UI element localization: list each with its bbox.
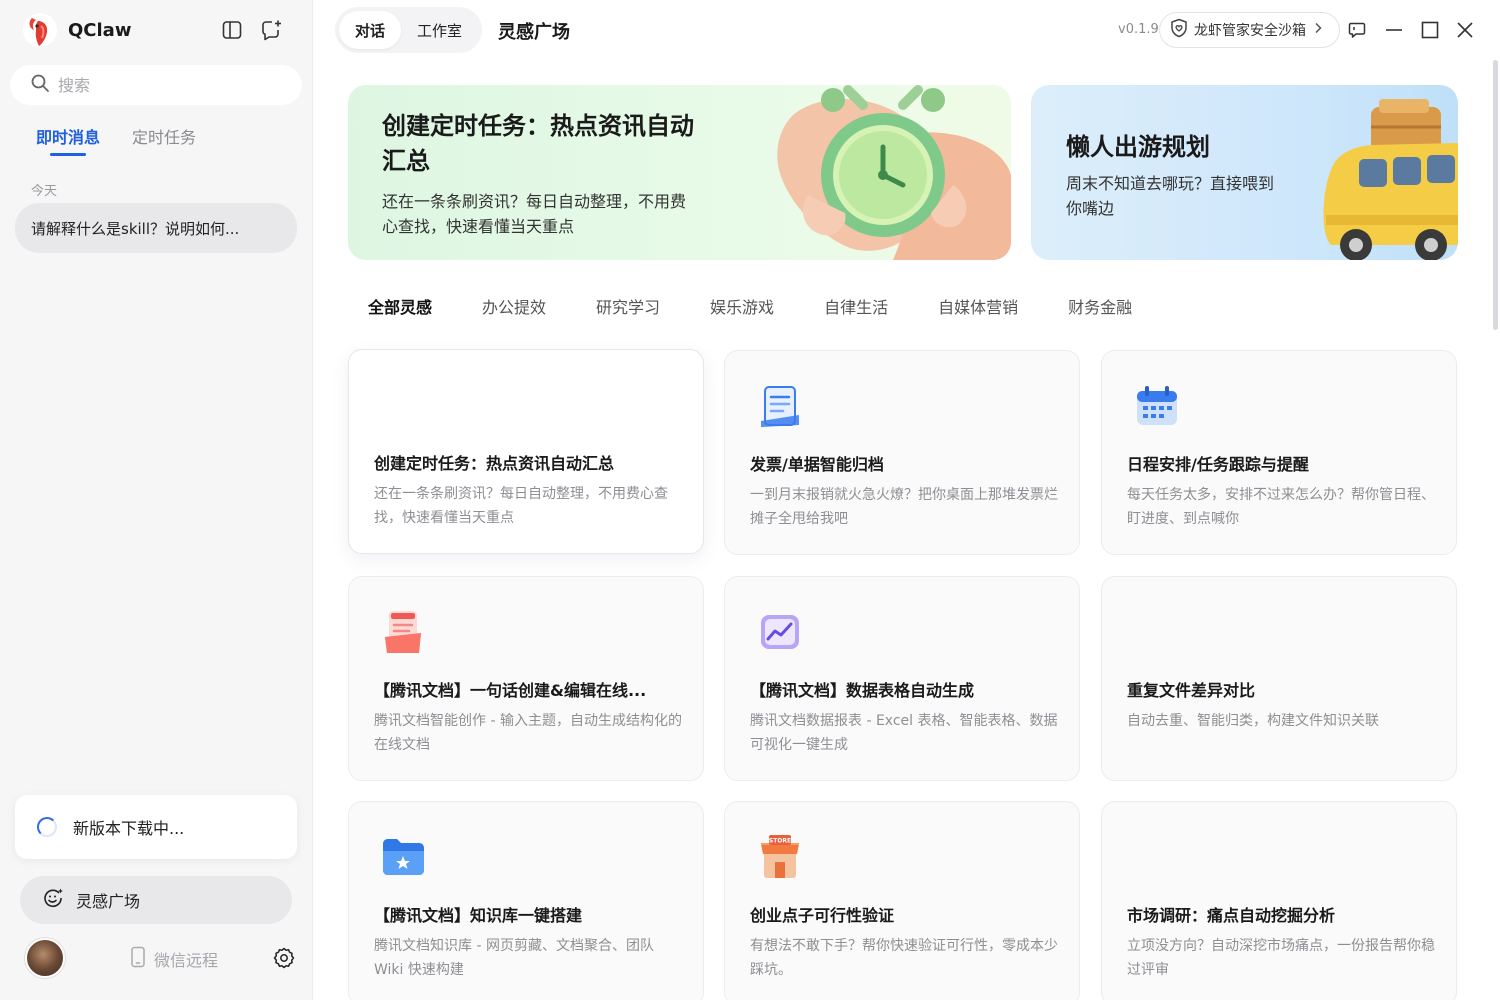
card-title: 发票/单据智能归档 [750,455,884,474]
main-mode-tabs: 对话 工作室 [335,7,483,53]
card-desc: 腾讯文档数据报表 - Excel 表格、智能表格、数据可视化一键生成 [750,713,1058,753]
loading-spinner-icon [37,817,57,837]
calendar-icon [1132,381,1182,431]
card-title: 创建定时任务：热点资讯自动汇总 [374,454,615,473]
chat-history-item[interactable]: 请解释什么是skill？说明如何... [15,203,297,253]
feedback-icon[interactable] [1345,18,1369,42]
date-group-label: 今天 [31,184,58,199]
download-status-card: 新版本下载中... [15,795,297,859]
shield-heart-icon [1170,18,1188,42]
sandbox-label: 龙虾管家安全沙箱 [1194,23,1306,39]
user-avatar[interactable] [25,938,65,978]
banner-title: 懒人出游规划 [1066,133,1210,161]
search-input[interactable] [58,75,278,95]
card-desc: 有想法不敢下手？帮你快速验证可行性，零成本少踩坑。 [750,938,1058,978]
inspiration-square-button[interactable]: 灵感广场 [20,876,292,924]
banner-title: 创建定时任务：热点资讯自动汇总 [382,112,694,175]
store-icon: STORE [755,832,805,882]
settings-gear-icon[interactable] [272,946,296,970]
inspiration-card[interactable]: 市场调研：痛点自动挖掘分析 立项没方向？自动深挖市场痛点，一份报告帮你稳过评审 [1101,801,1457,1000]
inspiration-card[interactable]: 【腾讯文档】知识库一键搭建 腾讯文档知识库 - 网页剪藏、文档聚合、团队 Wik… [348,801,704,1000]
inspiration-card[interactable]: 【腾讯文档】一句话创建&编辑在线... 腾讯文档智能创作 - 输入主题，自动生成… [348,576,704,781]
category-tab-office[interactable]: 办公提效 [482,294,546,318]
card-desc: 自动去重、智能归类，构建文件知识关联 [1127,713,1379,729]
card-desc: 一到月末报销就火急火燎？把你桌面上那堆发票烂摊子全甩给我吧 [750,487,1058,527]
search-box[interactable] [10,65,302,105]
card-title: 【腾讯文档】一句话创建&编辑在线... [374,681,647,700]
close-icon[interactable] [1453,18,1477,42]
banner-news-digest[interactable]: 创建定时任务：热点资讯自动汇总 还在一条条刷资讯？每日自动整理，不用费心查找，快… [348,85,1011,260]
svg-text:STORE: STORE [769,838,791,845]
category-tabs: 全部灵感 办公提效 研究学习 娱乐游戏 自律生活 自媒体营销 财务金融 [368,294,1132,318]
banner-desc: 还在一条条刷资讯？每日自动整理，不用费心查找，快速看懂当天重点 [382,192,687,236]
wechat-remote-button[interactable]: 微信远程 [130,946,218,972]
toggle-sidebar-icon[interactable] [220,18,244,42]
tab-scheduled-tasks[interactable]: 定时任务 [132,124,196,156]
yellow-van-icon [1323,99,1458,260]
app-name: QClaw [68,19,132,41]
phone-icon [130,946,146,972]
banner-desc: 周末不知道去哪玩？直接喂到你嘴边 [1066,174,1275,218]
page-title: 灵感广场 [498,22,570,43]
inspiration-card[interactable]: 重复文件差异对比 自动去重、智能归类，构建文件知识关联 [1101,576,1457,781]
document-icon [755,381,805,431]
inspiration-square-label: 灵感广场 [76,892,141,911]
smile-sparkle-icon [42,887,64,913]
banner-travel-plan[interactable]: 懒人出游规划 周末不知道去哪玩？直接喂到你嘴边 [1031,85,1458,260]
card-title: 日程安排/任务跟踪与提醒 [1127,455,1309,474]
inspiration-card[interactable]: 【腾讯文档】数据表格自动生成 腾讯文档数据报表 - Excel 表格、智能表格、… [724,576,1080,781]
card-desc: 立项没方向？自动深挖市场痛点，一份报告帮你稳过评审 [1127,938,1435,978]
brand: QClaw [22,12,131,48]
card-title: 创业点子可行性验证 [750,906,895,925]
minimize-icon[interactable] [1382,18,1406,42]
scrollbar[interactable] [1493,60,1498,330]
security-sandbox-button[interactable]: 龙虾管家安全沙箱 [1159,12,1340,48]
inspiration-card[interactable]: 创建定时任务：热点资讯自动汇总 还在一条条刷资讯？每日自动整理，不用费心查找，快… [348,349,704,554]
new-chat-icon[interactable] [260,18,284,42]
download-status-text: 新版本下载中... [73,819,185,838]
chart-icon [755,607,805,657]
search-icon [30,73,50,97]
sidebar-tabs: 即时消息 定时任务 [36,124,196,156]
qclaw-logo-icon [22,12,58,48]
card-title: 【腾讯文档】知识库一键搭建 [374,906,583,925]
inspiration-card[interactable]: 日程安排/任务跟踪与提醒 每天任务太多，安排不过来怎么办？帮你管日程、盯进度、到… [1101,350,1457,555]
alarm-clock-in-hand-icon [777,85,1011,260]
card-desc: 每天任务太多，安排不过来怎么办？帮你管日程、盯进度、到点喊你 [1127,487,1435,527]
category-tab-all[interactable]: 全部灵感 [368,294,432,318]
category-tab-media-marketing[interactable]: 自媒体营销 [938,294,1018,318]
inspiration-card[interactable]: STORE 创业点子可行性验证 有想法不敢下手？帮你快速验证可行性，零成本少踩坑… [724,801,1080,1000]
tab-studio[interactable]: 工作室 [401,11,478,49]
folder-star-icon [379,832,429,882]
category-tab-self-discipline[interactable]: 自律生活 [824,294,888,318]
category-tab-finance[interactable]: 财务金融 [1068,294,1132,318]
tab-instant-messages[interactable]: 即时消息 [36,124,100,156]
card-title: 【腾讯文档】数据表格自动生成 [750,681,975,700]
maximize-icon[interactable] [1418,18,1442,42]
wechat-remote-label: 微信远程 [154,951,219,970]
category-tab-entertainment[interactable]: 娱乐游戏 [710,294,774,318]
card-title: 市场调研：痛点自动挖掘分析 [1127,906,1336,925]
version-label: v0.1.9 [1118,22,1159,37]
sidebar: QClaw 即时消息 定时任务 今天 请解释什么是skill？说明如何... 新… [0,0,313,1000]
tencent-doc-icon [379,607,429,657]
card-title: 重复文件差异对比 [1127,681,1256,700]
category-tab-research[interactable]: 研究学习 [596,294,660,318]
card-desc: 腾讯文档智能创作 - 输入主题，自动生成结构化的在线文档 [374,713,682,753]
card-desc: 还在一条条刷资讯？每日自动整理，不用费心查找，快速看懂当天重点 [374,486,668,526]
card-desc: 腾讯文档知识库 - 网页剪藏、文档聚合、团队 Wiki 快速构建 [374,938,654,978]
tab-chat[interactable]: 对话 [339,11,402,49]
inspiration-card[interactable]: 发票/单据智能归档 一到月末报销就火急火燎？把你桌面上那堆发票烂摊子全甩给我吧 [724,350,1080,555]
chevron-right-icon [1314,22,1322,38]
